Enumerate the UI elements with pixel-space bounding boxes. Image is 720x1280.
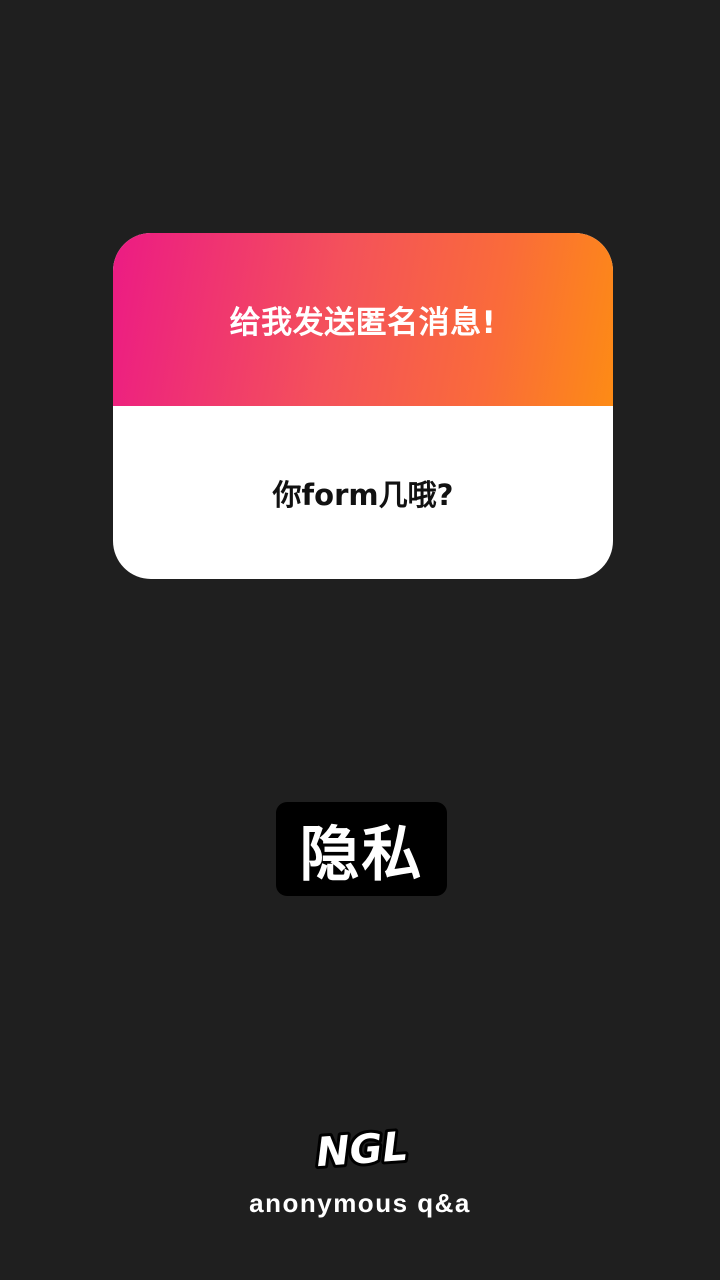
privacy-label: 隐私	[299, 819, 424, 890]
ngl-logo: NGL	[312, 1121, 413, 1178]
card-header: 给我发送匿名消息!	[113, 233, 613, 406]
tagline: anonymous q&a	[249, 1188, 471, 1218]
card-body: 你form几哦?	[113, 406, 613, 579]
ngl-logo-text: NGL	[315, 1124, 410, 1176]
question-text: 你form几哦?	[272, 477, 454, 512]
card-header-title: 给我发送匿名消息!	[229, 305, 497, 341]
privacy-badge: 隐私	[276, 802, 447, 896]
message-card: 给我发送匿名消息! 你form几哦?	[113, 233, 613, 579]
